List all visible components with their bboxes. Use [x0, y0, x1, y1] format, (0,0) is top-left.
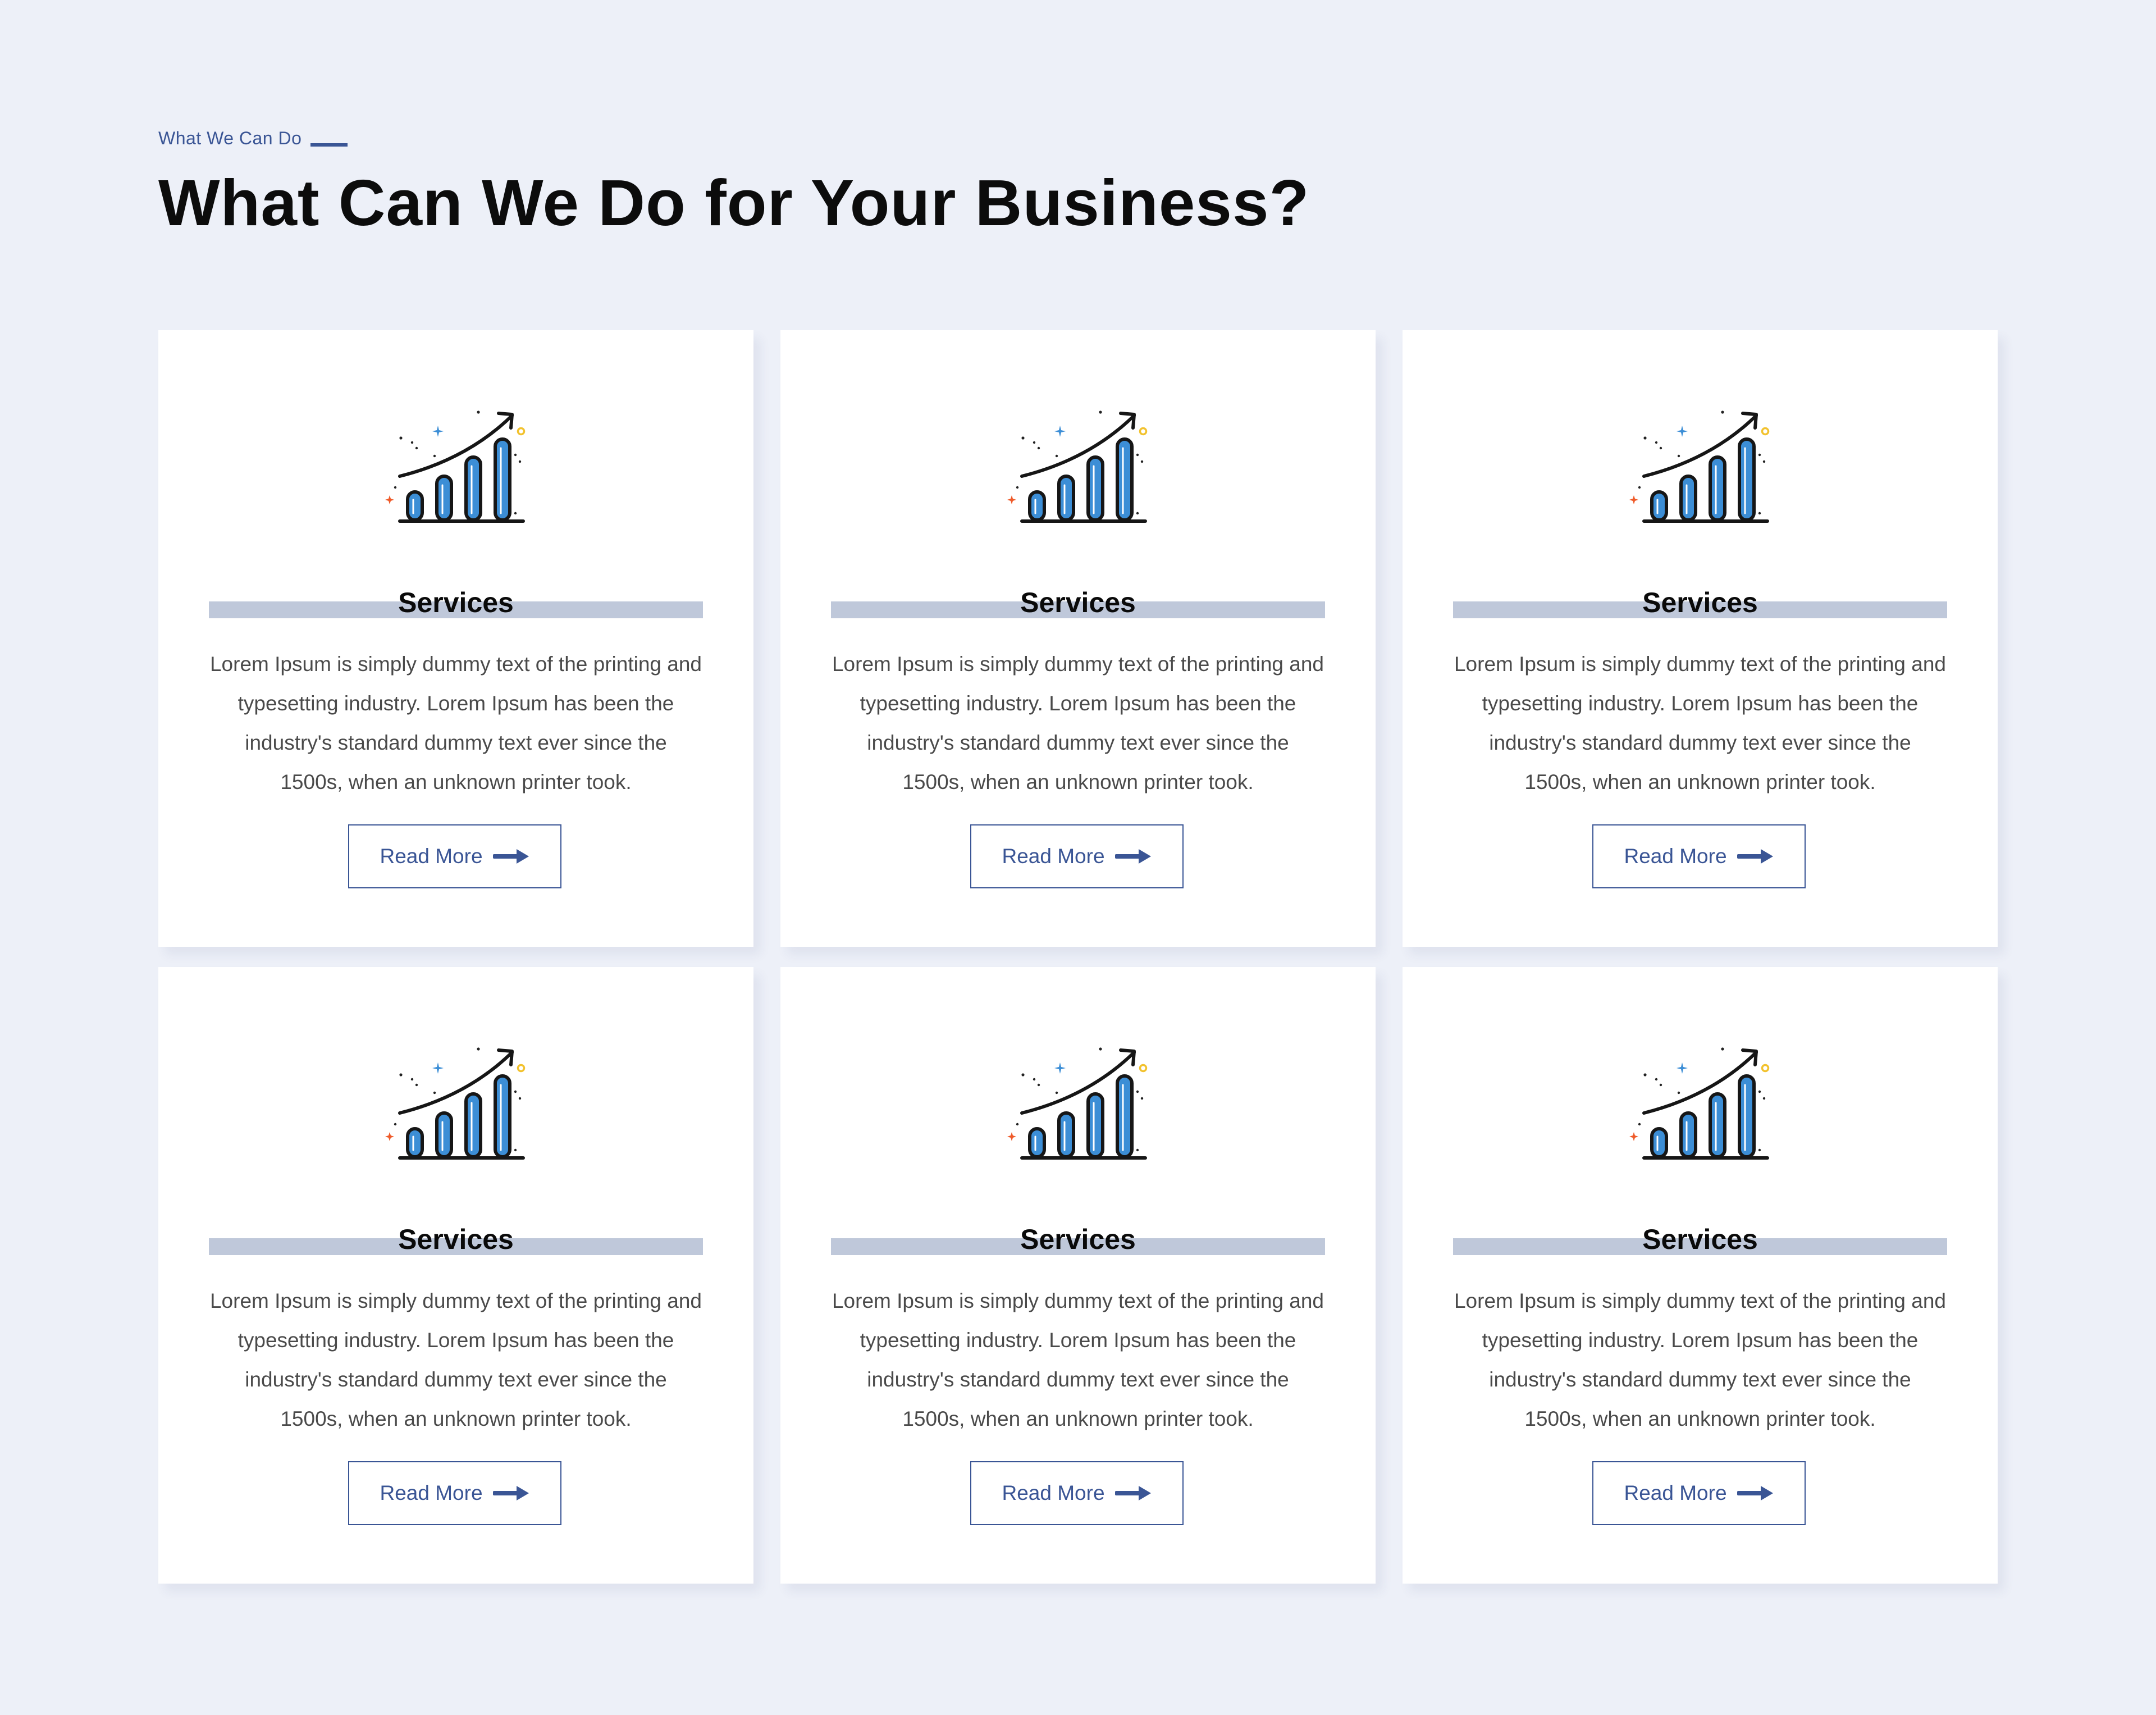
service-card-5: Services Lorem Ipsum is simply dummy tex…: [780, 967, 1376, 1584]
description-line: 1500s, when an unknown printer took.: [1524, 770, 1876, 793]
card-heading: Services: [209, 1223, 703, 1267]
read-more-button[interactable]: Read More: [970, 1461, 1184, 1525]
service-card-4: Services Lorem Ipsum is simply dummy tex…: [158, 967, 753, 1584]
growth-chart-icon: [1629, 410, 1770, 523]
growth-chart-icon: [385, 1047, 526, 1160]
card-title: Services: [1020, 1224, 1136, 1255]
growth-chart-icon: [1007, 410, 1148, 523]
description-line: typesetting industry. Lorem Ipsum has be…: [237, 692, 674, 715]
read-more-label: Read More: [380, 845, 483, 868]
service-card-6: Services Lorem Ipsum is simply dummy tex…: [1403, 967, 1998, 1584]
read-more-button[interactable]: Read More: [348, 1461, 561, 1525]
read-more-label: Read More: [1002, 1481, 1105, 1504]
card-description: Lorem Ipsum is simply dummy text of the …: [175, 645, 737, 802]
service-card-3: Services Lorem Ipsum is simply dummy tex…: [1403, 330, 1998, 947]
description-line: 1500s, when an unknown printer took.: [280, 1407, 632, 1430]
description-line: industry's standard dummy text ever sinc…: [867, 1368, 1289, 1391]
description-line: Lorem Ipsum is simply dummy text of the …: [1454, 1289, 1947, 1312]
read-more-button[interactable]: Read More: [970, 824, 1184, 888]
eyebrow-label: What We Can Do: [158, 128, 302, 148]
growth-chart-icon: [385, 410, 526, 523]
card-heading: Services: [209, 586, 703, 631]
arrow-right-icon: [492, 849, 529, 864]
growth-chart-icon: [1629, 1047, 1770, 1160]
description-line: 1500s, when an unknown printer took.: [902, 1407, 1254, 1430]
card-title: Services: [1020, 587, 1136, 618]
card-title: Services: [398, 587, 514, 618]
section-eyebrow: What We Can Do: [158, 128, 348, 149]
arrow-right-icon: [1114, 849, 1151, 864]
description-line: industry's standard dummy text ever sinc…: [1489, 1368, 1911, 1391]
description-line: typesetting industry. Lorem Ipsum has be…: [860, 1329, 1296, 1352]
card-title: Services: [1642, 587, 1758, 618]
read-more-button[interactable]: Read More: [348, 824, 561, 888]
read-more-button[interactable]: Read More: [1592, 1461, 1806, 1525]
description-line: industry's standard dummy text ever sinc…: [867, 731, 1289, 754]
description-line: typesetting industry. Lorem Ipsum has be…: [1482, 692, 1919, 715]
card-heading: Services: [1453, 1223, 1947, 1267]
description-line: 1500s, when an unknown printer took.: [1524, 1407, 1876, 1430]
description-line: typesetting industry. Lorem Ipsum has be…: [1482, 1329, 1919, 1352]
description-line: Lorem Ipsum is simply dummy text of the …: [1454, 653, 1947, 676]
page-title: What Can We Do for Your Business?: [158, 166, 1310, 239]
card-heading: Services: [831, 586, 1325, 631]
arrow-right-icon: [1737, 1486, 1773, 1500]
read-more-button[interactable]: Read More: [1592, 824, 1806, 888]
card-heading: Services: [831, 1223, 1325, 1267]
read-more-label: Read More: [1624, 1481, 1727, 1504]
arrow-right-icon: [1114, 1486, 1151, 1500]
description-line: 1500s, when an unknown printer took.: [902, 770, 1254, 793]
card-description: Lorem Ipsum is simply dummy text of the …: [797, 1281, 1359, 1439]
service-card-2: Services Lorem Ipsum is simply dummy tex…: [780, 330, 1376, 947]
services-grid: Services Lorem Ipsum is simply dummy tex…: [158, 330, 1998, 1584]
arrow-right-icon: [492, 1486, 529, 1500]
read-more-label: Read More: [1002, 845, 1105, 868]
service-card-1: Services Lorem Ipsum is simply dummy tex…: [158, 330, 753, 947]
description-line: 1500s, when an unknown printer took.: [280, 770, 632, 793]
description-line: Lorem Ipsum is simply dummy text of the …: [209, 653, 702, 676]
read-more-label: Read More: [1624, 845, 1727, 868]
description-line: industry's standard dummy text ever sinc…: [245, 1368, 667, 1391]
description-line: Lorem Ipsum is simply dummy text of the …: [832, 1289, 1324, 1312]
card-description: Lorem Ipsum is simply dummy text of the …: [175, 1281, 737, 1439]
description-line: typesetting industry. Lorem Ipsum has be…: [860, 692, 1296, 715]
description-line: Lorem Ipsum is simply dummy text of the …: [209, 1289, 702, 1312]
description-line: Lorem Ipsum is simply dummy text of the …: [832, 653, 1324, 676]
description-line: industry's standard dummy text ever sinc…: [245, 731, 667, 754]
description-line: industry's standard dummy text ever sinc…: [1489, 731, 1911, 754]
card-description: Lorem Ipsum is simply dummy text of the …: [1419, 1281, 1981, 1439]
card-description: Lorem Ipsum is simply dummy text of the …: [797, 645, 1359, 802]
arrow-right-icon: [1737, 849, 1773, 864]
eyebrow-underline: [310, 143, 348, 147]
card-heading: Services: [1453, 586, 1947, 631]
growth-chart-icon: [1007, 1047, 1148, 1160]
card-title: Services: [398, 1224, 514, 1255]
description-line: typesetting industry. Lorem Ipsum has be…: [237, 1329, 674, 1352]
card-description: Lorem Ipsum is simply dummy text of the …: [1419, 645, 1981, 802]
card-title: Services: [1642, 1224, 1758, 1255]
read-more-label: Read More: [380, 1481, 483, 1504]
